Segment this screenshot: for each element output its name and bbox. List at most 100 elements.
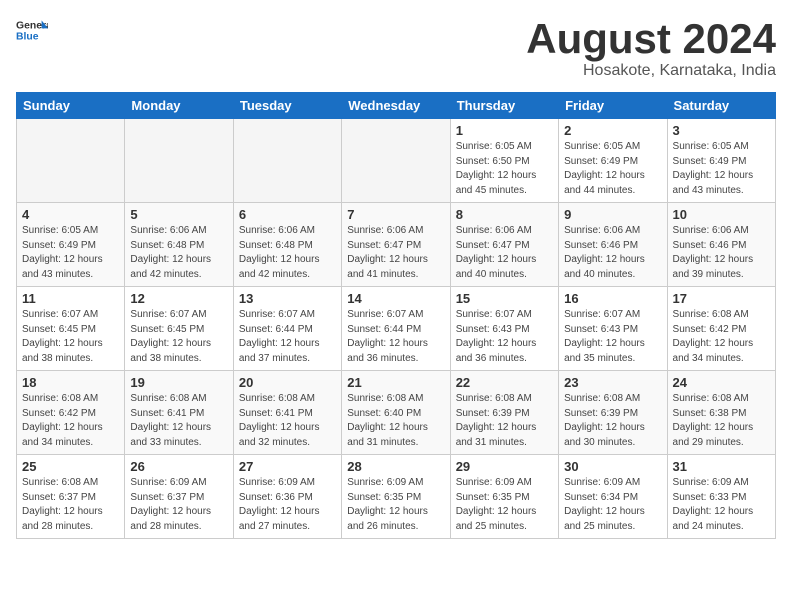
calendar-week-row: 11 Sunrise: 6:07 AMSunset: 6:45 PMDayligh… — [17, 287, 776, 371]
day-info: Sunrise: 6:09 AMSunset: 6:33 PMDaylight:… — [673, 476, 770, 534]
calendar-cell: 30 Sunrise: 6:09 AMSunset: 6:34 PMDayligh… — [559, 455, 667, 539]
day-info: Sunrise: 6:06 AMSunset: 6:48 PMDaylight:… — [130, 224, 227, 282]
day-number: 28 — [347, 459, 444, 474]
calendar-cell: 29 Sunrise: 6:09 AMSunset: 6:35 PMDayligh… — [450, 455, 558, 539]
calendar-cell: 1 Sunrise: 6:05 AMSunset: 6:50 PMDaylight… — [450, 119, 558, 203]
calendar-week-row: 4 Sunrise: 6:05 AMSunset: 6:49 PMDaylight… — [17, 203, 776, 287]
day-number: 21 — [347, 375, 444, 390]
svg-text:Blue: Blue — [16, 32, 39, 43]
day-number: 29 — [456, 459, 553, 474]
month-title: August 2024 — [526, 16, 776, 62]
day-info: Sunrise: 6:06 AMSunset: 6:46 PMDaylight:… — [564, 224, 661, 282]
day-info: Sunrise: 6:07 AMSunset: 6:44 PMDaylight:… — [239, 308, 336, 366]
weekday-header: Wednesday — [342, 93, 450, 119]
calendar-cell: 3Sunrise: 6:05 AMSunset: 6:49 PMDaylight… — [667, 119, 775, 203]
day-info: Sunrise: 6:05 AMSunset: 6:50 PMDaylight:… — [456, 140, 553, 198]
calendar-cell: 10 Sunrise: 6:06 AMSunset: 6:46 PMDayligh… — [667, 203, 775, 287]
day-number: 17 — [673, 291, 770, 306]
day-number: 4 — [22, 207, 119, 222]
day-number: 6 — [239, 207, 336, 222]
calendar-cell: 4 Sunrise: 6:05 AMSunset: 6:49 PMDaylight… — [17, 203, 125, 287]
day-info: Sunrise: 6:06 AMSunset: 6:46 PMDaylight:… — [673, 224, 770, 282]
logo-icon: General Blue — [16, 16, 48, 44]
calendar-cell: 17 Sunrise: 6:08 AMSunset: 6:42 PMDayligh… — [667, 287, 775, 371]
calendar-cell — [342, 119, 450, 203]
weekday-header-row: SundayMondayTuesdayWednesdayThursdayFrid… — [17, 93, 776, 119]
day-info: Sunrise: 6:07 AMSunset: 6:45 PMDaylight:… — [130, 308, 227, 366]
calendar-cell: 22 Sunrise: 6:08 AMSunset: 6:39 PMDayligh… — [450, 371, 558, 455]
calendar-cell: 7Sunrise: 6:06 AMSunset: 6:47 PMDaylight… — [342, 203, 450, 287]
day-number: 12 — [130, 291, 227, 306]
calendar-cell: 18 Sunrise: 6:08 AMSunset: 6:42 PMDayligh… — [17, 371, 125, 455]
calendar-cell — [17, 119, 125, 203]
calendar-cell: 21 Sunrise: 6:08 AMSunset: 6:40 PMDayligh… — [342, 371, 450, 455]
day-number: 22 — [456, 375, 553, 390]
day-info: Sunrise: 6:09 AMSunset: 6:34 PMDaylight:… — [564, 476, 661, 534]
day-number: 31 — [673, 459, 770, 474]
calendar-cell: 5 Sunrise: 6:06 AMSunset: 6:48 PMDaylight… — [125, 203, 233, 287]
weekday-header: Monday — [125, 93, 233, 119]
day-number: 26 — [130, 459, 227, 474]
day-info: Sunrise: 6:09 AMSunset: 6:35 PMDaylight:… — [347, 476, 444, 534]
weekday-header: Friday — [559, 93, 667, 119]
calendar-week-row: 25Sunrise: 6:08 AMSunset: 6:37 PMDayligh… — [17, 455, 776, 539]
calendar-cell — [125, 119, 233, 203]
day-number: 23 — [564, 375, 661, 390]
day-info: Sunrise: 6:06 AMSunset: 6:47 PMDaylight:… — [456, 224, 553, 282]
calendar-week-row: 18 Sunrise: 6:08 AMSunset: 6:42 PMDayligh… — [17, 371, 776, 455]
day-info: Sunrise: 6:08 AMSunset: 6:38 PMDaylight:… — [673, 392, 770, 450]
day-number: 2 — [564, 123, 661, 138]
day-number: 8 — [456, 207, 553, 222]
location: Hosakote, Karnataka, India — [526, 62, 776, 80]
day-number: 15 — [456, 291, 553, 306]
day-number: 3 — [673, 123, 770, 138]
calendar-cell: 27 Sunrise: 6:09 AMSunset: 6:36 PMDayligh… — [233, 455, 341, 539]
day-info: Sunrise: 6:06 AMSunset: 6:47 PMDaylight:… — [347, 224, 444, 282]
day-number: 10 — [673, 207, 770, 222]
day-number: 18 — [22, 375, 119, 390]
calendar-cell: 20 Sunrise: 6:08 AMSunset: 6:41 PMDayligh… — [233, 371, 341, 455]
calendar-cell: 16Sunrise: 6:07 AMSunset: 6:43 PMDayligh… — [559, 287, 667, 371]
day-info: Sunrise: 6:09 AMSunset: 6:37 PMDaylight:… — [130, 476, 227, 534]
logo: General Blue — [16, 16, 48, 44]
day-number: 9 — [564, 207, 661, 222]
day-number: 11 — [22, 291, 119, 306]
day-number: 5 — [130, 207, 227, 222]
day-info: Sunrise: 6:08 AMSunset: 6:41 PMDaylight:… — [130, 392, 227, 450]
calendar-cell: 24 Sunrise: 6:08 AMSunset: 6:38 PMDayligh… — [667, 371, 775, 455]
day-info: Sunrise: 6:08 AMSunset: 6:39 PMDaylight:… — [564, 392, 661, 450]
title-block: August 2024 Hosakote, Karnataka, India — [526, 16, 776, 80]
day-number: 14 — [347, 291, 444, 306]
day-info: Sunrise: 6:06 AMSunset: 6:48 PMDaylight:… — [239, 224, 336, 282]
weekday-header: Thursday — [450, 93, 558, 119]
day-info: Sunrise: 6:08 AMSunset: 6:42 PMDaylight:… — [22, 392, 119, 450]
calendar-cell: 2 Sunrise: 6:05 AMSunset: 6:49 PMDaylight… — [559, 119, 667, 203]
day-info: Sunrise: 6:08 AMSunset: 6:42 PMDaylight:… — [673, 308, 770, 366]
calendar-cell: 9 Sunrise: 6:06 AMSunset: 6:46 PMDaylight… — [559, 203, 667, 287]
weekday-header: Tuesday — [233, 93, 341, 119]
day-number: 1 — [456, 123, 553, 138]
day-info: Sunrise: 6:08 AMSunset: 6:40 PMDaylight:… — [347, 392, 444, 450]
calendar-cell: 6 Sunrise: 6:06 AMSunset: 6:48 PMDaylight… — [233, 203, 341, 287]
day-number: 30 — [564, 459, 661, 474]
calendar-cell: 12 Sunrise: 6:07 AMSunset: 6:45 PMDayligh… — [125, 287, 233, 371]
day-number: 19 — [130, 375, 227, 390]
day-info: Sunrise: 6:09 AMSunset: 6:36 PMDaylight:… — [239, 476, 336, 534]
day-number: 16 — [564, 291, 661, 306]
day-info: Sunrise: 6:09 AMSunset: 6:35 PMDaylight:… — [456, 476, 553, 534]
day-number: 24 — [673, 375, 770, 390]
day-info: Sunrise: 6:07 AMSunset: 6:44 PMDaylight:… — [347, 308, 444, 366]
day-info: Sunrise: 6:05 AMSunset: 6:49 PMDaylight:… — [564, 140, 661, 198]
calendar-cell — [233, 119, 341, 203]
day-info: Sunrise: 6:08 AMSunset: 6:41 PMDaylight:… — [239, 392, 336, 450]
calendar-cell: 8 Sunrise: 6:06 AMSunset: 6:47 PMDaylight… — [450, 203, 558, 287]
calendar-table: SundayMondayTuesdayWednesdayThursdayFrid… — [16, 92, 776, 539]
day-info: Sunrise: 6:07 AMSunset: 6:43 PMDaylight:… — [456, 308, 553, 366]
day-number: 27 — [239, 459, 336, 474]
calendar-cell: 26 Sunrise: 6:09 AMSunset: 6:37 PMDayligh… — [125, 455, 233, 539]
day-info: Sunrise: 6:08 AMSunset: 6:37 PMDaylight:… — [22, 476, 119, 534]
day-number: 20 — [239, 375, 336, 390]
day-info: Sunrise: 6:05 AMSunset: 6:49 PMDaylight:… — [22, 224, 119, 282]
calendar-cell: 15 Sunrise: 6:07 AMSunset: 6:43 PMDayligh… — [450, 287, 558, 371]
day-info: Sunrise: 6:08 AMSunset: 6:39 PMDaylight:… — [456, 392, 553, 450]
